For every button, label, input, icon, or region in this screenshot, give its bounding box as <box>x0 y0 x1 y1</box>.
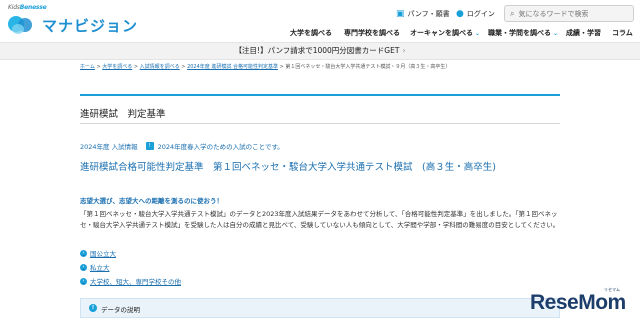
info-badge-icon: ! <box>145 142 154 150</box>
page-title: 進研模試 判定基準 <box>80 109 166 120</box>
breadcrumb-home[interactable]: ホーム <box>80 64 95 70</box>
breadcrumb-university[interactable]: 大学を調べる <box>102 64 132 70</box>
login-link[interactable]: ● ログイン <box>456 9 495 19</box>
benesse-prefix: Kids <box>8 4 20 11</box>
pamphlet-label: パンフ・願書 <box>407 10 450 18</box>
data-explanation-box[interactable]: ! データの説明 <box>80 298 560 318</box>
manabi-vision-logo[interactable]: マナビジョン <box>8 14 138 36</box>
resemom-watermark: ReseMom リセマム <box>524 287 640 322</box>
year-note: 2024年度春入学のための入試のことです。 <box>157 143 284 151</box>
nav-column[interactable]: コラム <box>612 28 633 38</box>
search-input[interactable] <box>518 9 619 18</box>
breadcrumb-exam-info[interactable]: 入試情報を調べる <box>140 64 180 70</box>
breadcrumb-current: 第１回ベネッセ・駿台大学入学共通テスト模試・９月（高３生・高卒生） <box>285 64 451 70</box>
watermark-sub: リセマム <box>604 287 620 292</box>
benesse-name: Benesse <box>19 4 47 11</box>
search-box[interactable]: ⌕ <box>504 5 634 22</box>
document-icon: ▣ <box>396 9 405 19</box>
body-paragraph: 「第１回ベネッセ・駿台大学入学共通テスト模試」のデータと2023年度入試結果デー… <box>80 210 560 229</box>
login-label: ログイン <box>466 10 495 18</box>
promo-banner[interactable]: 【注目!】パンフ請求で1000円分図書カードGET › <box>0 42 640 60</box>
link-national-public[interactable]: › 国公立大 <box>80 246 181 260</box>
user-icon: ● <box>456 9 464 19</box>
watermark-text: ReseMom <box>530 291 626 314</box>
breadcrumb: ホーム > 大学を調べる > 入試情報を調べる > 2024年度 進研模試 合格… <box>80 64 451 70</box>
chevron-right-circle-icon: › <box>80 249 87 257</box>
info-icon: ! <box>89 304 97 312</box>
lead-text: 志望大選び、志望大への距離を測るのに使おう！ <box>80 197 223 205</box>
logo-mark-icon <box>8 14 38 36</box>
logo-text: マナビジョン <box>42 16 139 35</box>
search-icon: ⌕ <box>510 8 515 18</box>
year-info: 2024年度 入試情報 ! 2024年度春入学のための入試のことです。 <box>80 141 284 151</box>
page-title-block: 進研模試 判定基準 <box>80 94 560 124</box>
nav-university[interactable]: 大学を調べる <box>290 28 332 38</box>
chevron-down-icon: ⌄ <box>553 30 559 37</box>
year-label: 2024年度 入試情報 <box>80 143 138 151</box>
link-others[interactable]: › 大学校、短大、専門学校その他 <box>80 274 181 288</box>
chevron-right-circle-icon: › <box>80 277 87 285</box>
category-links: › 国公立大 › 私立大 › 大学校、短大、専門学校その他 <box>80 246 181 288</box>
link-private[interactable]: › 私立大 <box>80 260 181 274</box>
breadcrumb-criteria[interactable]: 2024年度 進研模試 合格可能性判定基準 <box>187 64 278 70</box>
chevron-down-icon: ⌄ <box>475 30 481 37</box>
chevron-right-circle-icon: › <box>80 263 87 271</box>
pamphlet-link[interactable]: ▣ パンフ・願書 <box>396 9 450 19</box>
nav-open-campus[interactable]: オーキャンを調べる ⌄ <box>410 28 480 38</box>
chevron-right-icon: › <box>402 46 406 55</box>
section-subtitle: 進研模試合格可能性判定基準 第１回ベネッセ・駿台大学入学共通テスト模試 (高３生… <box>80 162 496 173</box>
promo-text: 【注目!】パンフ請求で1000円分図書カードGET <box>234 46 400 55</box>
nav-vocational[interactable]: 専門学校を調べる <box>344 28 400 38</box>
benesse-logo[interactable]: KidsBenesse <box>8 4 47 11</box>
data-explanation-label: データの説明 <box>101 306 140 314</box>
nav-jobs-studies[interactable]: 職業・学問を調べる ⌄ <box>488 28 558 38</box>
site-header: KidsBenesse マナビジョン ▣ パンフ・願書 ● ログイン ⌕ 大学を… <box>0 0 640 42</box>
nav-grades[interactable]: 成績・学習 <box>566 28 601 38</box>
